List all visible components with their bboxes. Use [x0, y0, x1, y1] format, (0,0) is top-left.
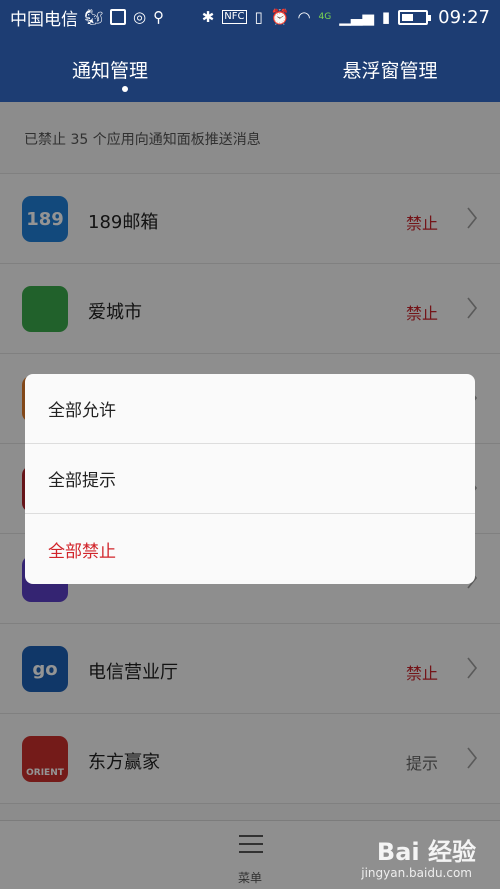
- allow-all-option[interactable]: 全部允许: [25, 374, 475, 444]
- search-icon: ⚲: [153, 7, 165, 26]
- alarm-icon: ⏰: [270, 7, 290, 26]
- watermark-url: jingyan.baidu.com: [361, 866, 472, 880]
- nfc-icon: NFC: [222, 10, 247, 24]
- prompt-all-option[interactable]: 全部提示: [25, 444, 475, 514]
- tab-notification-management[interactable]: 通知管理: [0, 34, 250, 102]
- status-bar: 中国电信 🐿 ◎ ⚲ ✱ NFC ▯ ⏰ ◠ 4G ▁▃▅ ▮ 09:27: [0, 0, 500, 34]
- network-badge: 4G: [318, 11, 332, 22]
- watermark-logo: Bai 经验: [376, 838, 476, 866]
- clock: 09:27: [438, 6, 490, 28]
- gallery-icon: [110, 9, 127, 25]
- sim-icon: ▮: [381, 7, 391, 26]
- battery-icon: [398, 9, 432, 25]
- tab-floating-window-management[interactable]: 悬浮窗管理: [250, 34, 500, 102]
- vibrate-icon: ▯: [254, 7, 263, 26]
- block-all-option[interactable]: 全部禁止: [25, 514, 475, 584]
- app-icon: ◎: [133, 7, 147, 26]
- tab-bar: 通知管理 悬浮窗管理: [0, 34, 500, 102]
- tab-label: 悬浮窗管理: [342, 60, 438, 82]
- bluetooth-icon: ✱: [201, 7, 215, 26]
- signal-icon: ▁▃▅: [339, 7, 374, 26]
- wifi-icon: ◠: [297, 7, 311, 26]
- uc-browser-icon: 🐿: [84, 7, 104, 26]
- active-tab-indicator: [122, 86, 128, 92]
- carrier-name: 中国电信: [10, 9, 78, 30]
- batch-action-dialog: 全部允许 全部提示 全部禁止: [25, 374, 475, 584]
- tab-label: 通知管理: [71, 60, 148, 82]
